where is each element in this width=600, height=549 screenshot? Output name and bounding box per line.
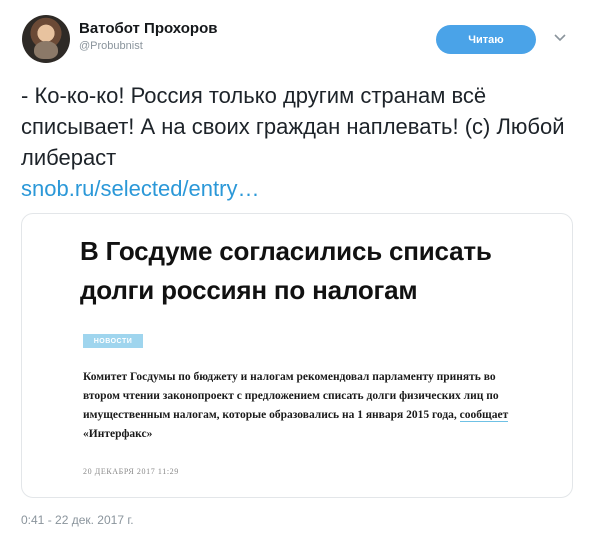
link-preview-card[interactable]: В Госдуме согласились списать долги росс… (21, 213, 573, 498)
card-body: Комитет Госдумы по бюджету и налогам рек… (83, 368, 533, 444)
chevron-down-icon[interactable] (551, 29, 569, 47)
card-body-text: Комитет Госдумы по бюджету и налогам рек… (83, 371, 499, 421)
card-body-end: «Интерфакс» (83, 428, 153, 440)
follow-button[interactable]: Читаю (436, 25, 536, 54)
tweet-timestamp[interactable]: 0:41 - 22 дек. 2017 г. (21, 513, 134, 527)
card-date: 20 ДЕКАБРЯ 2017 11:29 (83, 467, 179, 476)
display-name[interactable]: Ватобот Прохоров (79, 20, 217, 37)
source-link[interactable]: сообщает (459, 409, 509, 422)
tweet-text: - Ко-ко-ко! Россия только другим странам… (21, 83, 565, 170)
news-tag: НОВОСТИ (83, 334, 143, 348)
tweet-link[interactable]: snob.ru/selected/entry… (21, 176, 259, 202)
user-handle[interactable]: @Probubnist (79, 40, 143, 52)
avatar[interactable] (22, 15, 70, 63)
card-title: В Госдуме согласились списать долги росс… (80, 236, 492, 305)
